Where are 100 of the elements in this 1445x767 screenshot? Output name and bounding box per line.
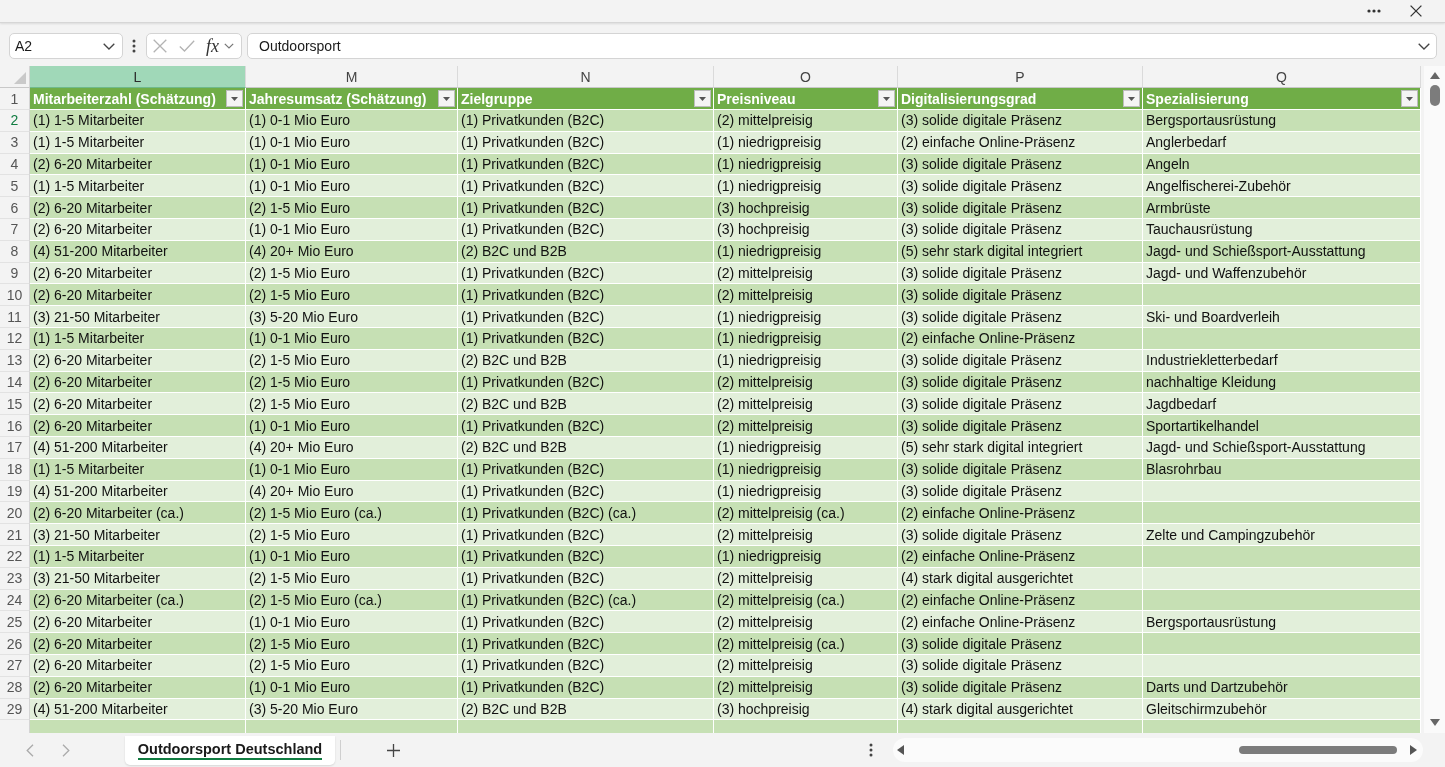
table-cell: (1) 1-5 Mitarbeiter bbox=[30, 327, 246, 350]
row-header[interactable]: 1 bbox=[0, 88, 30, 110]
table-cell: Darts und Dartzubehör bbox=[1143, 676, 1421, 699]
row-header[interactable]: 24 bbox=[0, 589, 30, 612]
table-cell: (1) 0-1 Mio Euro bbox=[246, 676, 458, 699]
row-header[interactable]: 20 bbox=[0, 502, 30, 525]
insert-function-button[interactable]: fx bbox=[205, 36, 220, 56]
row-header[interactable]: 5 bbox=[0, 175, 30, 198]
row-header[interactable]: 14 bbox=[0, 371, 30, 394]
row-header[interactable]: 4 bbox=[0, 153, 30, 176]
triangle-up-icon[interactable] bbox=[1429, 72, 1440, 79]
row-header[interactable]: 6 bbox=[0, 197, 30, 219]
row-header[interactable]: 25 bbox=[0, 611, 30, 634]
column-header[interactable]: P bbox=[898, 66, 1143, 88]
row-header[interactable]: 15 bbox=[0, 393, 30, 416]
horizontal-scrollbar[interactable] bbox=[893, 738, 1423, 762]
table-cell: (1) Privatkunden (B2C) bbox=[458, 633, 714, 655]
scroll-thumb[interactable] bbox=[1239, 746, 1397, 754]
filter-button[interactable] bbox=[1123, 90, 1140, 107]
table-cell: (2) 1-5 Mio Euro bbox=[246, 393, 458, 416]
filter-button[interactable] bbox=[1401, 90, 1418, 107]
table-cell: (1) niedrigpreisig bbox=[714, 240, 898, 263]
row-header[interactable]: 3 bbox=[0, 131, 30, 154]
table-cell: (3) solide digitale Präsenz bbox=[898, 676, 1143, 699]
table-cell: (2) 6-20 Mitarbeiter bbox=[30, 219, 246, 241]
table-cell: (3) solide digitale Präsenz bbox=[898, 524, 1143, 546]
table-cell: (2) 6-20 Mitarbeiter bbox=[30, 633, 246, 655]
caret-down-icon bbox=[699, 96, 706, 101]
table-cell: (1) 0-1 Mio Euro bbox=[246, 327, 458, 350]
table-cell: (2) mittelpreisig (ca.) bbox=[714, 589, 898, 612]
column-title: Zielgruppe bbox=[461, 90, 533, 107]
row-header[interactable]: 9 bbox=[0, 262, 30, 285]
chevron-down-icon[interactable] bbox=[224, 43, 234, 49]
triangle-right-icon[interactable] bbox=[1410, 745, 1417, 755]
table-cell: (3) solide digitale Präsenz bbox=[898, 480, 1143, 503]
caret-down-icon bbox=[1128, 96, 1135, 101]
row-header[interactable]: 18 bbox=[0, 458, 30, 481]
table-cell: (1) Privatkunden (B2C) bbox=[458, 197, 714, 219]
name-box[interactable]: A2 bbox=[9, 33, 123, 59]
chevron-down-icon[interactable] bbox=[1418, 42, 1430, 50]
plus-icon[interactable] bbox=[387, 743, 400, 757]
row-header[interactable]: 17 bbox=[0, 436, 30, 459]
table-cell: (1) Privatkunden (B2C) bbox=[458, 262, 714, 285]
table-cell: (2) mittelpreisig bbox=[714, 415, 898, 437]
table-cell: (2) 1-5 Mio Euro bbox=[246, 524, 458, 546]
column-header[interactable]: N bbox=[458, 66, 714, 88]
close-icon[interactable] bbox=[1410, 5, 1422, 17]
more-vertical-icon[interactable] bbox=[869, 743, 873, 757]
filter-button[interactable] bbox=[438, 90, 455, 107]
table-cell: Armbrüste bbox=[1143, 197, 1421, 219]
table-cell: (2) 6-20 Mitarbeiter (ca.) bbox=[30, 589, 246, 612]
scroll-thumb[interactable] bbox=[1429, 85, 1440, 106]
row-header[interactable]: 23 bbox=[0, 567, 30, 590]
row-header[interactable]: 8 bbox=[0, 240, 30, 263]
table-cell: Industriekletterbedarf bbox=[1143, 349, 1421, 372]
caret-down-icon bbox=[1406, 96, 1413, 101]
column-header[interactable]: Q bbox=[1143, 66, 1421, 88]
row-header[interactable]: 22 bbox=[0, 545, 30, 568]
row-header[interactable]: 12 bbox=[0, 327, 30, 350]
vertical-scrollbar[interactable] bbox=[1424, 66, 1445, 733]
row-header[interactable]: 29 bbox=[0, 698, 30, 721]
formula-field[interactable]: Outdoorsport bbox=[247, 33, 1437, 59]
sheet-tab[interactable]: Outdoorsport Deutschland bbox=[125, 735, 335, 765]
table-cell: (4) 20+ Mio Euro bbox=[246, 480, 458, 503]
row-header[interactable]: 16 bbox=[0, 415, 30, 437]
row-header[interactable]: 26 bbox=[0, 633, 30, 655]
column-header[interactable]: M bbox=[246, 66, 458, 88]
row-header[interactable]: 2 bbox=[0, 110, 30, 132]
column-header[interactable]: L bbox=[30, 66, 246, 88]
table-cell: (1) niedrigpreisig bbox=[714, 545, 898, 568]
row-header[interactable]: 28 bbox=[0, 676, 30, 699]
table-cell: (3) solide digitale Präsenz bbox=[898, 197, 1143, 219]
triangle-left-icon[interactable] bbox=[897, 745, 904, 755]
table-cell: (1) Privatkunden (B2C) bbox=[458, 131, 714, 154]
table-cell: (1) 0-1 Mio Euro bbox=[246, 110, 458, 132]
caret-down-icon bbox=[443, 96, 450, 101]
table-cell: (3) solide digitale Präsenz bbox=[898, 349, 1143, 372]
table-cell: (1) Privatkunden (B2C) bbox=[458, 458, 714, 481]
table-cell: (3) hochpreisig bbox=[714, 219, 898, 241]
triangle-down-icon[interactable] bbox=[1429, 719, 1440, 726]
row-header[interactable]: 27 bbox=[0, 654, 30, 677]
row-header[interactable]: 13 bbox=[0, 349, 30, 372]
table-cell: (2) B2C und B2B bbox=[458, 436, 714, 459]
table-cell: (1) 0-1 Mio Euro bbox=[246, 545, 458, 568]
chevron-down-icon[interactable] bbox=[103, 42, 115, 50]
row-header[interactable]: 11 bbox=[0, 306, 30, 328]
more-icon[interactable] bbox=[1367, 9, 1381, 13]
row-header[interactable]: 7 bbox=[0, 219, 30, 241]
row-header[interactable]: 19 bbox=[0, 480, 30, 503]
more-vertical-icon[interactable] bbox=[132, 39, 136, 53]
filter-button[interactable] bbox=[226, 90, 243, 107]
row-header[interactable]: 21 bbox=[0, 524, 30, 546]
filter-button[interactable] bbox=[694, 90, 711, 107]
table-cell: (2) B2C und B2B bbox=[458, 240, 714, 263]
row-header[interactable]: 10 bbox=[0, 284, 30, 307]
column-header[interactable]: O bbox=[714, 66, 898, 88]
table-cell: (2) 6-20 Mitarbeiter bbox=[30, 654, 246, 677]
table-cell: (1) niedrigpreisig bbox=[714, 480, 898, 503]
filter-button[interactable] bbox=[878, 90, 895, 107]
check-icon[interactable] bbox=[179, 40, 195, 52]
